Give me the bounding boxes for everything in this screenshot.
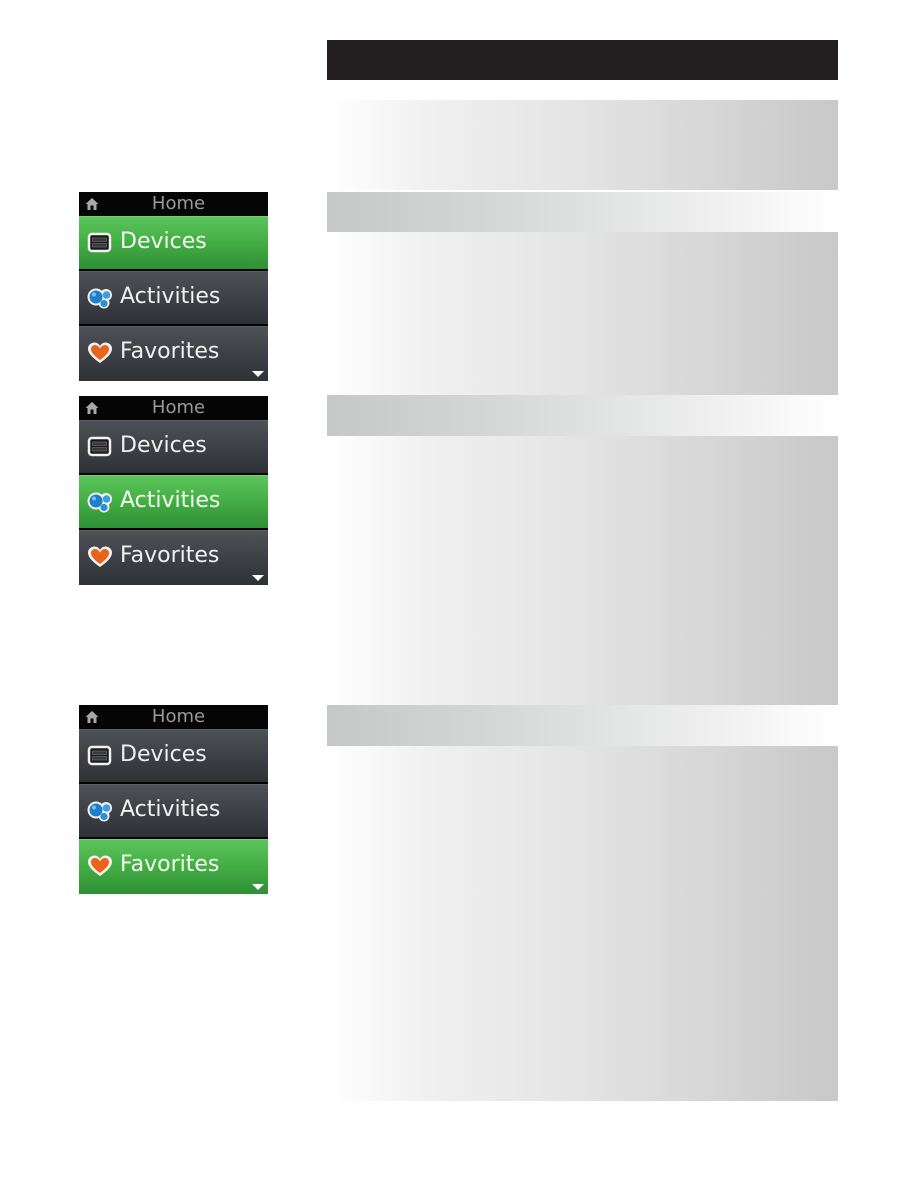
menu-item-activities[interactable]: Activities	[79, 475, 268, 528]
menu-item-label: Favorites	[120, 852, 220, 877]
favorites-heart-icon	[88, 546, 112, 567]
scroll-down-arrow-icon[interactable]	[252, 371, 264, 377]
menu-item-label: Devices	[120, 229, 207, 254]
scroll-down-arrow-icon[interactable]	[252, 575, 264, 581]
remote-screen: Home Devices Activities Favorites	[79, 705, 268, 894]
devices-icon	[87, 745, 112, 766]
remote-screen-title: Home	[151, 397, 206, 418]
favorites-heart-icon	[88, 855, 112, 876]
remote-screen-title: Home	[151, 706, 206, 727]
section-panel-activities	[327, 436, 838, 705]
devices-icon	[87, 436, 112, 457]
menu-item-devices[interactable]: Devices	[79, 729, 268, 782]
intro-text-panel	[327, 100, 838, 190]
remote-title-bar: Home	[79, 396, 268, 420]
section-panel-devices	[327, 232, 838, 395]
section-panel-favorites	[327, 746, 838, 1101]
menu-item-activities[interactable]: Activities	[79, 784, 268, 837]
menu-item-activities[interactable]: Activities	[79, 271, 268, 324]
menu-item-label: Activities	[120, 797, 221, 822]
menu-item-devices[interactable]: Devices	[79, 420, 268, 473]
devices-icon	[87, 232, 112, 253]
chapter-header-bar	[327, 40, 838, 80]
remote-screen: Home Devices Activities Favorites	[79, 192, 268, 381]
menu-item-label: Devices	[120, 742, 207, 767]
remote-title-bar: Home	[79, 705, 268, 729]
menu-item-label: Favorites	[120, 339, 220, 364]
favorites-heart-icon	[88, 342, 112, 363]
menu-item-label: Favorites	[120, 543, 220, 568]
activities-icon	[87, 288, 112, 309]
section-bar-devices	[327, 192, 838, 232]
remote-screen-title: Home	[151, 193, 206, 214]
remote-screen: Home Devices Activities Favorites	[79, 396, 268, 585]
section-bar-activities	[327, 395, 838, 436]
activities-icon	[87, 492, 112, 513]
scroll-down-arrow-icon[interactable]	[252, 884, 264, 890]
remote-title-bar: Home	[79, 192, 268, 216]
menu-item-label: Devices	[120, 433, 207, 458]
menu-item-label: Activities	[120, 284, 221, 309]
section-bar-favorites	[327, 705, 838, 746]
menu-item-label: Activities	[120, 488, 221, 513]
menu-item-favorites[interactable]: Favorites	[79, 530, 268, 585]
activities-icon	[87, 801, 112, 822]
menu-item-favorites[interactable]: Favorites	[79, 839, 268, 894]
menu-item-devices[interactable]: Devices	[79, 216, 268, 269]
menu-item-favorites[interactable]: Favorites	[79, 326, 268, 381]
